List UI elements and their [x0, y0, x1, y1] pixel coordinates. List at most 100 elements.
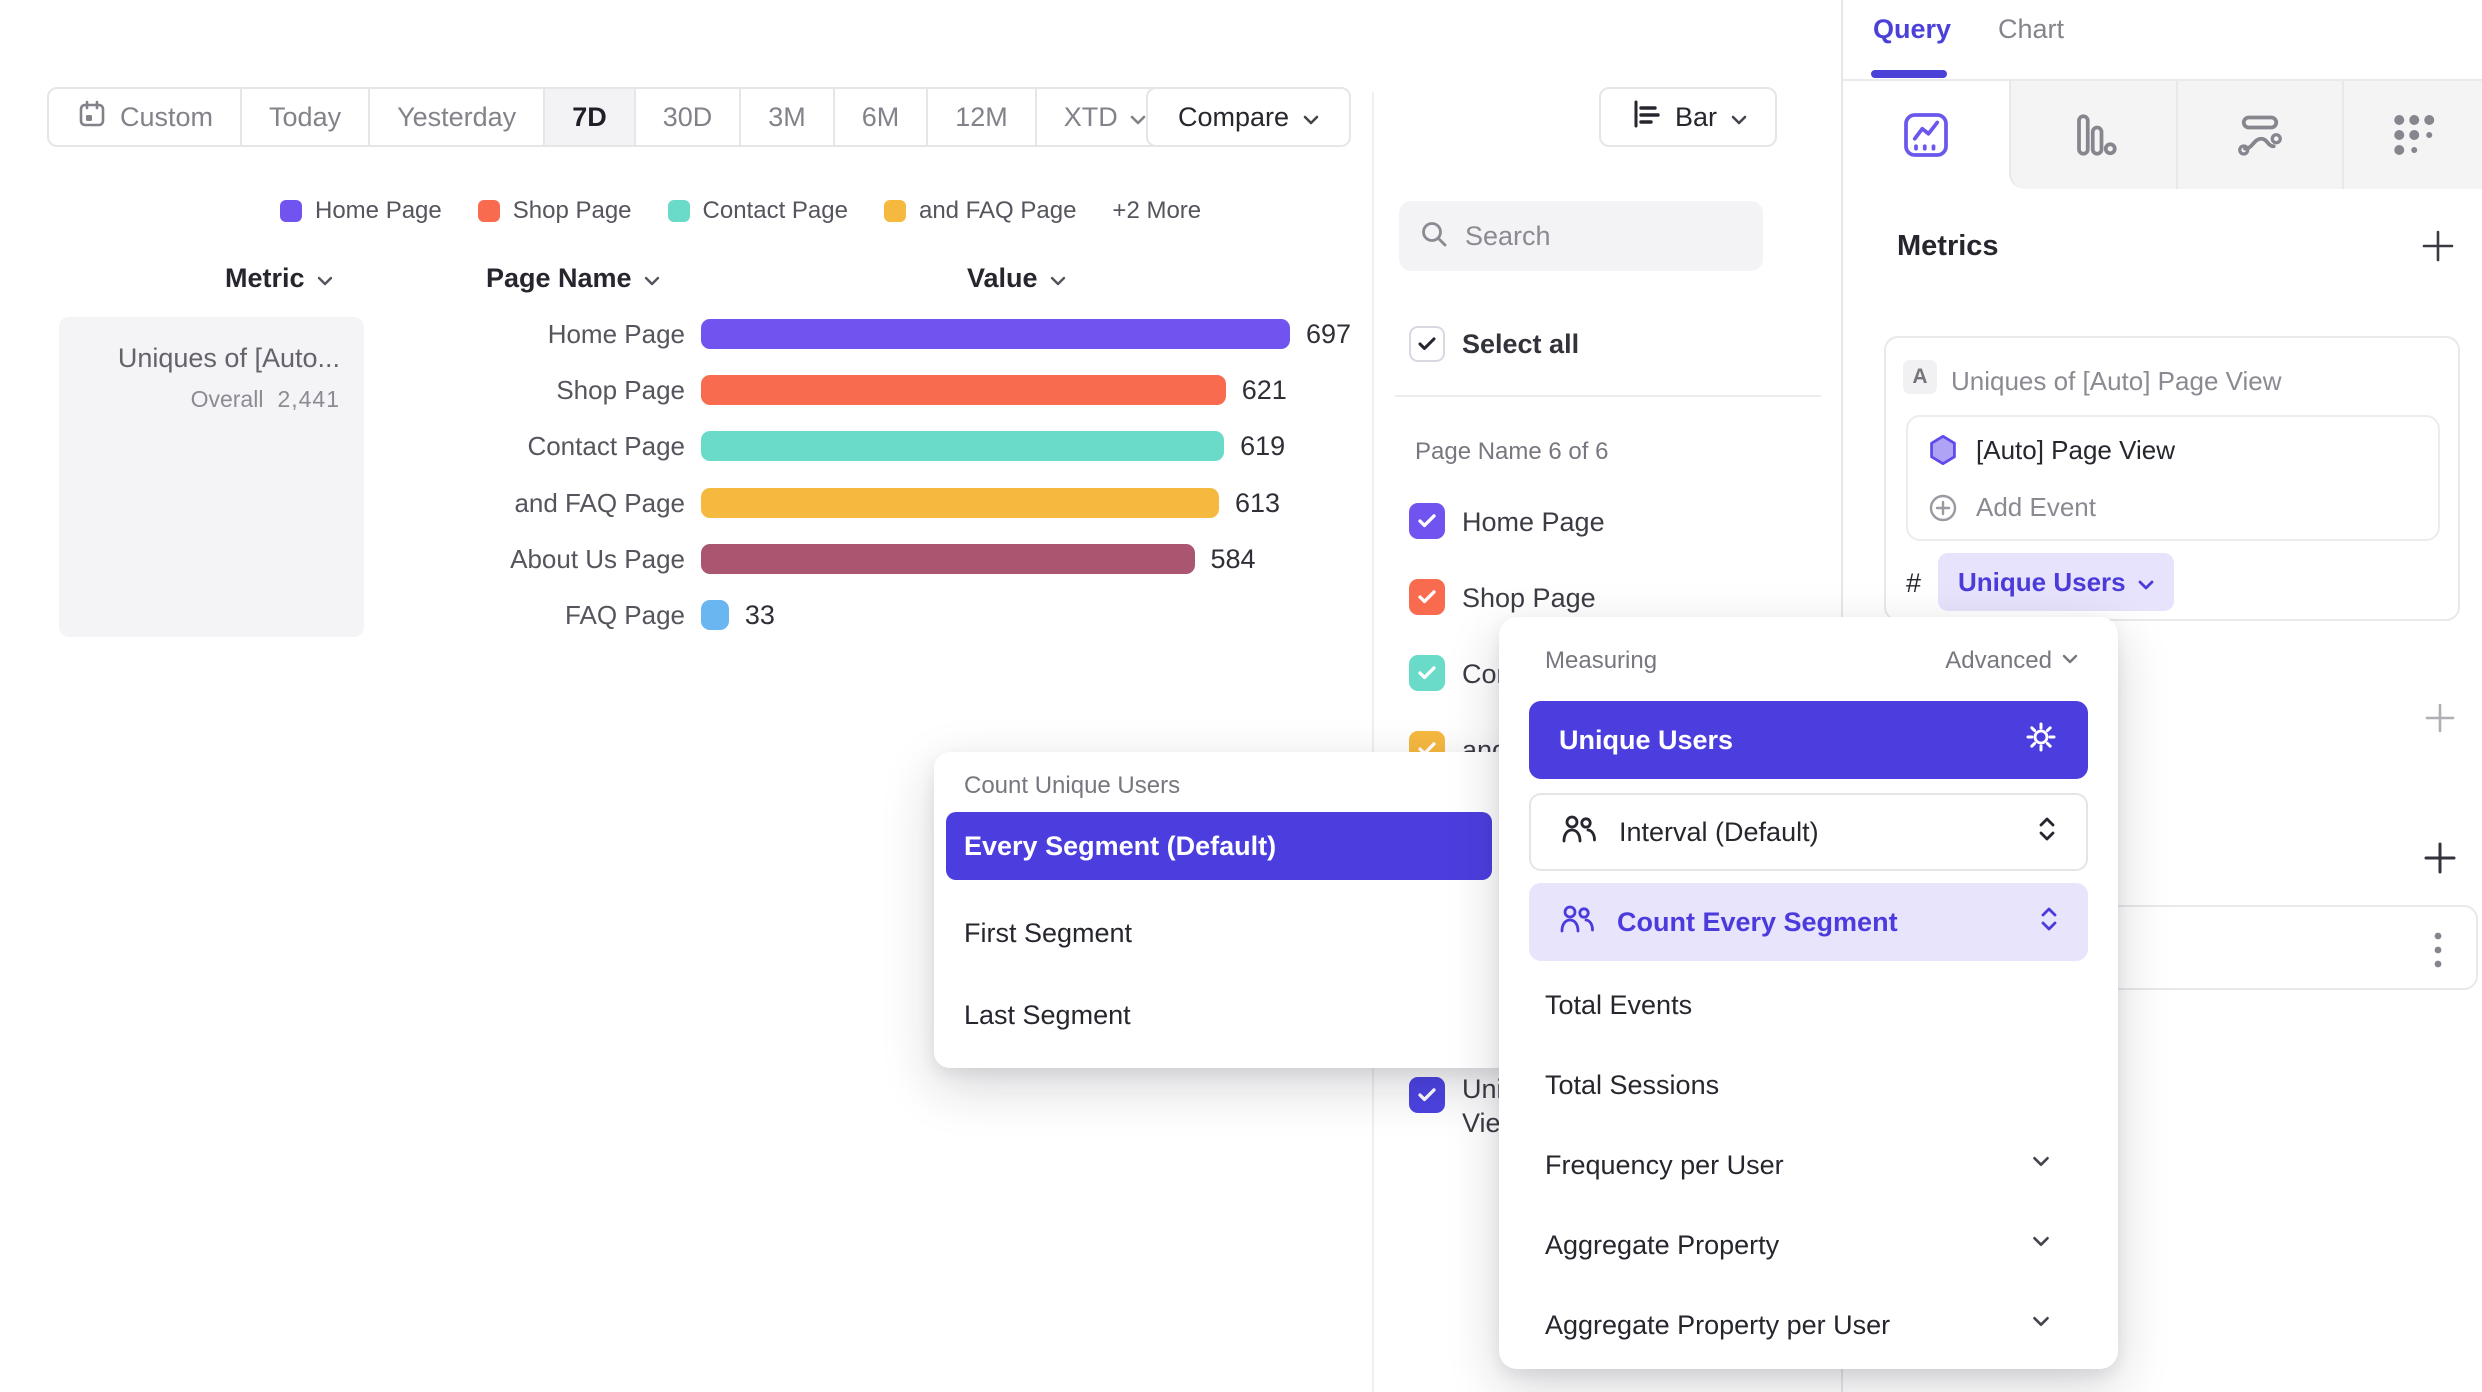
- check-icon: [1418, 590, 1436, 604]
- tab-query[interactable]: Query: [1873, 14, 1951, 45]
- check-icon: [1418, 666, 1436, 680]
- check-icon: [1418, 1088, 1436, 1102]
- search-input[interactable]: [1465, 221, 1735, 252]
- range-label: 7D: [572, 102, 607, 133]
- range-label: 3M: [768, 102, 806, 133]
- chevron-down-icon: [1731, 102, 1747, 133]
- compare-button[interactable]: Compare: [1146, 87, 1351, 147]
- range-6m-button[interactable]: 6M: [835, 89, 929, 145]
- legend-item[interactable]: Shop Page: [478, 197, 632, 225]
- insights-report-page: Custom Today Yesterday 7D 30D 3M 6M 12M …: [0, 0, 2482, 1392]
- tab-insights[interactable]: [1843, 81, 2009, 189]
- chart-legend: Home Page Shop Page Contact Page and FAQ…: [280, 197, 1201, 225]
- people-icon: [1559, 904, 1595, 941]
- legend-label: Contact Page: [703, 197, 848, 225]
- segment-group-label: Page Name 6 of 6: [1415, 438, 1608, 466]
- value-column-header[interactable]: Value: [967, 263, 1066, 294]
- tab-funnels[interactable]: [2009, 81, 2176, 189]
- circle-plus-icon: [1928, 493, 1958, 523]
- chevron-down-icon: [644, 263, 660, 294]
- range-30d-button[interactable]: 30D: [636, 89, 742, 145]
- menu-option-total-sessions[interactable]: Total Sessions: [1545, 1070, 1719, 1101]
- panel-divider: [1395, 395, 1821, 397]
- menu-option-total-events[interactable]: Total Events: [1545, 990, 1692, 1021]
- plus-icon: [2418, 226, 2458, 266]
- measuring-menu: Measuring Advanced Unique Users Interval…: [1499, 617, 2118, 1369]
- range-12m-button[interactable]: 12M: [928, 89, 1037, 145]
- bar-contact-page[interactable]: [701, 431, 1224, 461]
- option-label: Count Every Segment: [1617, 907, 2018, 938]
- measurement-pill[interactable]: Unique Users: [1938, 553, 2174, 611]
- bar-faq-page[interactable]: [701, 600, 729, 630]
- range-7d-button[interactable]: 7D: [545, 89, 636, 145]
- chart-type-button[interactable]: Bar: [1599, 87, 1777, 147]
- add-metric-button[interactable]: [2418, 226, 2458, 271]
- select-all-checkbox[interactable]: [1409, 326, 1445, 362]
- bar-and-faq-page[interactable]: [701, 488, 1219, 518]
- add-breakdown-button[interactable]: [2420, 838, 2460, 883]
- date-range-toolbar: Custom Today Yesterday 7D 30D 3M 6M 12M …: [47, 87, 1175, 147]
- legend-item[interactable]: Home Page: [280, 197, 442, 225]
- menu-option-aggregate-property-per-user[interactable]: Aggregate Property per User: [1545, 1310, 1890, 1341]
- search-icon: [1419, 219, 1449, 254]
- segment-checkbox[interactable]: [1409, 579, 1445, 615]
- menu-option-aggregate-property[interactable]: Aggregate Property: [1545, 1230, 1779, 1261]
- horizontal-bar-chart-icon: [1629, 98, 1661, 137]
- segment-checkbox[interactable]: [1409, 1077, 1445, 1113]
- menu-option-last-segment[interactable]: Last Segment: [964, 1000, 1131, 1031]
- bar-value: 613: [1235, 488, 1280, 518]
- range-yesterday-button[interactable]: Yesterday: [370, 89, 545, 145]
- page-name-column-header[interactable]: Page Name: [486, 263, 660, 294]
- option-label: Interval (Default): [1619, 817, 2016, 848]
- row-label: Home Page: [364, 319, 685, 349]
- segment-label: Home Page: [1462, 507, 1605, 538]
- range-custom-button[interactable]: Custom: [49, 89, 242, 145]
- menu-option-frequency-per-user[interactable]: Frequency per User: [1545, 1150, 1784, 1181]
- row-label: Shop Page: [364, 375, 685, 405]
- chevron-down-icon: [2062, 652, 2078, 670]
- metric-column-header[interactable]: Metric: [225, 263, 333, 294]
- add-event-row[interactable]: Add Event: [1928, 492, 2096, 523]
- menu-option-every-segment[interactable]: Every Segment (Default): [946, 812, 1492, 880]
- bar-about-us-page[interactable]: [701, 544, 1195, 574]
- bar-shop-page[interactable]: [701, 375, 1226, 405]
- range-label: Yesterday: [397, 102, 516, 133]
- legend-item[interactable]: and FAQ Page: [884, 197, 1076, 225]
- range-3m-button[interactable]: 3M: [741, 89, 835, 145]
- tab-chart[interactable]: Chart: [1998, 14, 2064, 45]
- segment-checkbox[interactable]: [1409, 503, 1445, 539]
- gear-icon[interactable]: [2024, 720, 2058, 761]
- segment-label: Shop Page: [1462, 583, 1596, 614]
- legend-more-button[interactable]: +2 More: [1112, 197, 1201, 225]
- retention-dots-icon: [2388, 110, 2438, 160]
- segment-checkbox[interactable]: [1409, 655, 1445, 691]
- add-filter-button[interactable]: [2420, 698, 2460, 743]
- chevron-down-icon[interactable]: [2032, 1315, 2050, 1333]
- advanced-label: Advanced: [1945, 647, 2052, 675]
- chart-panel-divider: [1372, 92, 1374, 1392]
- legend-label: Home Page: [315, 197, 442, 225]
- chevron-down-icon[interactable]: [2032, 1155, 2050, 1173]
- bar-home-page[interactable]: [701, 319, 1290, 349]
- tab-retention[interactable]: [2342, 81, 2482, 189]
- count-every-segment-row[interactable]: Count Every Segment: [1529, 883, 2088, 961]
- interval-selector-row[interactable]: Interval (Default): [1529, 793, 2088, 871]
- bar-value: 619: [1240, 431, 1285, 461]
- menu-option-first-segment[interactable]: First Segment: [964, 918, 1132, 949]
- bar-value: 584: [1211, 544, 1256, 574]
- kebab-menu-icon[interactable]: [2432, 929, 2444, 976]
- bar-value: 697: [1306, 319, 1351, 349]
- funnel-bars-icon: [2069, 110, 2119, 160]
- select-all-label: Select all: [1462, 329, 1579, 360]
- menu-option-unique-users[interactable]: Unique Users: [1529, 701, 2088, 779]
- menu-title: Measuring: [1545, 647, 1657, 675]
- legend-item[interactable]: Contact Page: [668, 197, 848, 225]
- event-row[interactable]: [Auto] Page View: [1928, 434, 2175, 466]
- menu-title: Count Unique Users: [964, 772, 1180, 800]
- chevron-down-icon: [2138, 567, 2154, 598]
- column-label: Value: [967, 263, 1038, 294]
- range-today-button[interactable]: Today: [242, 89, 370, 145]
- advanced-toggle[interactable]: Advanced: [1945, 647, 2078, 675]
- chevron-down-icon[interactable]: [2032, 1235, 2050, 1253]
- tab-flows[interactable]: [2176, 81, 2342, 189]
